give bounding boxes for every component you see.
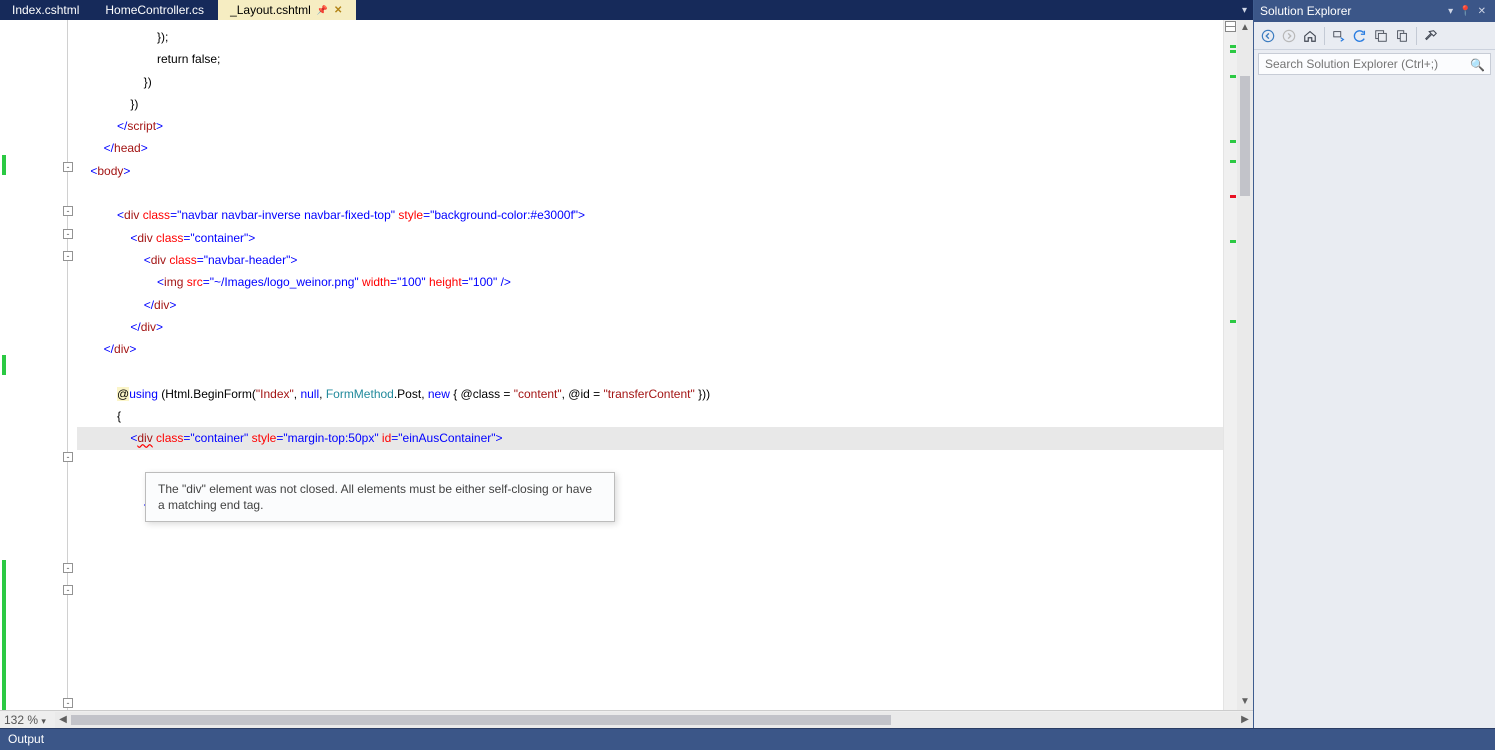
outline-collapse-toggle[interactable]: - — [63, 563, 73, 573]
outline-column: - - - - - - - - — [63, 20, 75, 710]
back-button[interactable] — [1259, 27, 1277, 45]
tab-homecontroller[interactable]: HomeController.cs — [93, 0, 218, 20]
outline-collapse-toggle[interactable]: - — [63, 452, 73, 462]
scroll-down-arrow[interactable]: ▼ — [1237, 694, 1253, 710]
outline-collapse-toggle[interactable]: - — [63, 162, 73, 172]
solution-tree[interactable] — [1254, 78, 1495, 728]
overview-ruler[interactable] — [1223, 20, 1237, 710]
pin-icon[interactable]: 📌 — [317, 5, 328, 16]
code-editor[interactable]: - - - - - - - - }); return false; }) — [0, 20, 1253, 710]
pin-icon[interactable]: 📍 — [1456, 6, 1474, 17]
document-tab-bar: Index.cshtml HomeController.cs _Layout.c… — [0, 0, 1253, 20]
output-panel-header[interactable]: Output — [0, 728, 1495, 750]
close-icon[interactable]: ✕ — [334, 5, 342, 16]
scrollbar-thumb[interactable] — [71, 715, 891, 725]
solution-explorer-toolbar — [1254, 22, 1495, 50]
outline-collapse-toggle[interactable]: - — [63, 206, 73, 216]
solution-explorer-header: Solution Explorer ▾ 📍 ✕ — [1254, 0, 1495, 22]
outline-collapse-toggle[interactable]: - — [63, 251, 73, 261]
outline-collapse-toggle[interactable]: - — [63, 585, 73, 595]
scroll-left-arrow[interactable]: ◀ — [55, 712, 71, 728]
refresh-button[interactable] — [1351, 27, 1369, 45]
tab-index-cshtml[interactable]: Index.cshtml — [0, 0, 93, 20]
forward-button[interactable] — [1280, 27, 1298, 45]
outline-collapse-toggle[interactable]: - — [63, 229, 73, 239]
home-button[interactable] — [1301, 27, 1319, 45]
panel-dropdown-icon[interactable]: ▾ — [1445, 6, 1456, 17]
vertical-scrollbar[interactable]: ▲ ▼ — [1237, 20, 1253, 710]
gutter — [8, 20, 63, 710]
show-all-files-button[interactable] — [1393, 27, 1411, 45]
horizontal-scrollbar[interactable]: ◀ ▶ — [55, 712, 1253, 728]
properties-button[interactable] — [1422, 27, 1440, 45]
collapse-all-button[interactable] — [1372, 27, 1390, 45]
error-tooltip: The "div" element was not closed. All el… — [145, 472, 615, 522]
scroll-up-arrow[interactable]: ▲ — [1237, 20, 1253, 36]
sync-with-active-button[interactable] — [1330, 27, 1348, 45]
search-icon[interactable]: 🔍 — [1470, 58, 1485, 72]
zoom-level[interactable]: 132 % ▾ — [0, 713, 55, 727]
outline-collapse-toggle[interactable]: - — [63, 698, 73, 708]
close-icon[interactable]: ✕ — [1475, 6, 1489, 17]
tab-layout-cshtml[interactable]: _Layout.cshtml 📌 ✕ — [218, 0, 356, 20]
split-editor-icon[interactable] — [1225, 21, 1236, 32]
scrollbar-thumb[interactable] — [1240, 76, 1250, 196]
scroll-right-arrow[interactable]: ▶ — [1237, 712, 1253, 728]
solution-search-input[interactable] — [1258, 53, 1491, 75]
tab-overflow-dropdown[interactable]: ▾ — [1240, 5, 1249, 16]
